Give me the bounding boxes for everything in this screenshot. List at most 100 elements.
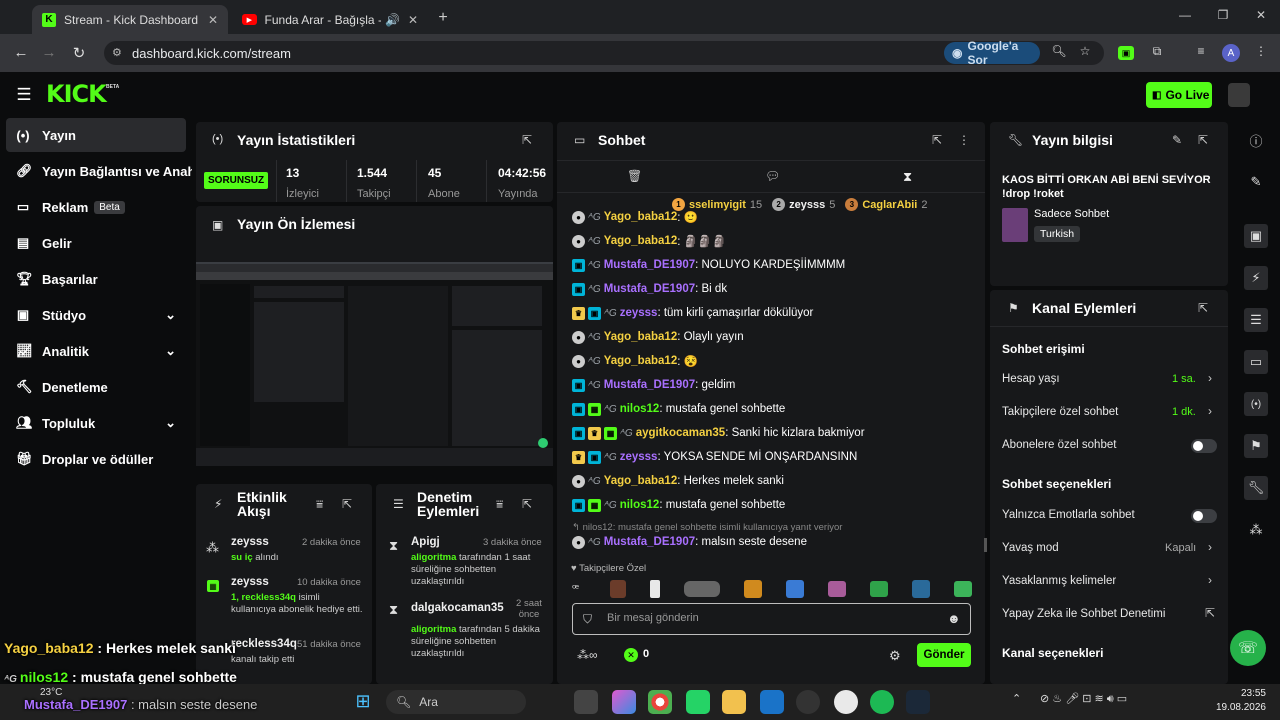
sidebar-item-moderation[interactable]: 🔨︎ Denetleme: [6, 370, 186, 404]
opera-icon[interactable]: [834, 690, 858, 714]
sidebar-item-analytics[interactable]: 📈︎ Analitik ⌄: [6, 334, 186, 368]
chat-username[interactable]: Mustafa_DE1907: [604, 283, 695, 295]
reload-icon[interactable]: ↻: [70, 44, 88, 62]
kick-logo[interactable]: KICK: [46, 80, 107, 108]
hourglass-icon[interactable]: ⧗: [903, 169, 912, 185]
send-button[interactable]: Gönder: [917, 643, 971, 667]
chat-message[interactable]: ● ᴬG Yago_baba12: Herkes melek sanki: [572, 470, 784, 492]
popout-icon[interactable]: ⇱: [1198, 301, 1208, 315]
minimize-icon[interactable]: —: [1176, 8, 1194, 22]
chevron-right-icon[interactable]: ›: [1208, 573, 1212, 587]
points-icon[interactable]: ✕: [624, 648, 638, 662]
popout-icon[interactable]: ⇱: [1198, 133, 1208, 147]
chat-username[interactable]: Yago_baba12: [604, 475, 678, 487]
activity-rail-icon[interactable]: ⚡︎: [1244, 266, 1268, 290]
chat-username[interactable]: nilos12: [620, 499, 660, 511]
store-icon[interactable]: [760, 690, 784, 714]
file-explorer-icon[interactable]: [722, 690, 746, 714]
chat-message[interactable]: ● ᴬG Yago_baba12: 🗿🗿🗿: [572, 230, 727, 252]
extension-kick-icon[interactable]: ▣: [1118, 46, 1134, 60]
chat-username[interactable]: Mustafa_DE1907: [604, 259, 695, 271]
sidebar-item-community[interactable]: 👥︎ Topluluk ⌄: [6, 406, 186, 440]
close-tab-icon[interactable]: ✕: [208, 13, 218, 27]
chat-message[interactable]: ● ᴬG Yago_baba12: 😵: [572, 350, 698, 372]
trash-icon[interactable]: 🗑︎: [627, 169, 642, 183]
ask-google-button[interactable]: ◉ Google'a Sor: [944, 39, 1040, 67]
category-name[interactable]: Sadece Sohbet: [1034, 208, 1109, 220]
zoom-icon[interactable]: 🔍︎: [1050, 44, 1068, 58]
obs-icon[interactable]: [796, 690, 820, 714]
event-user[interactable]: zeysss: [231, 536, 269, 548]
chat-message[interactable]: ● ᴬG Yago_baba12: 🙂: [572, 210, 698, 228]
external-link-icon[interactable]: ⇱: [1205, 606, 1215, 620]
chat-message-list[interactable]: ● ᴬG Yago_baba12: 🙂 ● ᴬG Yago_baba12: 🗿🗿🗿 ▣ ᴬG M…: [557, 210, 977, 552]
emote-icon[interactable]: [828, 581, 846, 597]
followers-chat-value[interactable]: 1 dk.: [1172, 406, 1196, 418]
media-control-icon[interactable]: ≡: [1192, 44, 1210, 58]
chat-message[interactable]: ● ᴬG Yago_baba12: Olaylı yayın: [572, 326, 744, 348]
filter-icon[interactable]: ⩸: [316, 497, 323, 512]
info-icon[interactable]: ⓘ: [1244, 128, 1268, 152]
chat-username[interactable]: Yago_baba12: [604, 355, 678, 367]
sidebar-item-ads[interactable]: ▭ Reklam Beta: [6, 190, 186, 224]
banned-words-label[interactable]: Yasaklanmış kelimeler: [1002, 575, 1116, 587]
chat-message[interactable]: ▣ ▦ ᴬG nilos12: mustafa genel sohbette: [572, 398, 785, 420]
chat-message[interactable]: ▣ ▦ ᴬG nilos12: mustafa genel sohbette: [572, 494, 785, 516]
chat-message[interactable]: ▣ ᴬG Mustafa_DE1907: NOLUYO KARDEŞİİMMMM: [572, 254, 845, 276]
chat-message[interactable]: ▣ ᴬG Mustafa_DE1907: geldim: [572, 374, 735, 396]
broadcast-rail-icon[interactable]: (•): [1244, 392, 1268, 416]
bookmark-star-icon[interactable]: ☆: [1076, 44, 1094, 58]
go-live-button[interactable]: ◧ Go Live: [1146, 82, 1212, 108]
close-tab-icon[interactable]: ✕: [408, 13, 418, 27]
mod-action-user[interactable]: Apigj: [411, 536, 440, 548]
emote-icon[interactable]: [650, 580, 660, 598]
extensions-icon[interactable]: ⧉: [1148, 44, 1166, 59]
chat-username[interactable]: Yago_baba12: [604, 331, 678, 343]
whatsapp-icon[interactable]: [686, 690, 710, 714]
sidebar-item-revenue[interactable]: ▤ Gelir: [6, 226, 186, 260]
emote-icon[interactable]: ꟹ: [572, 582, 586, 596]
profile-avatar[interactable]: A: [1222, 44, 1240, 62]
gifter-name[interactable]: sselimyigit: [689, 199, 746, 211]
event-user[interactable]: reckless34q: [231, 638, 297, 650]
task-view-icon[interactable]: [574, 690, 598, 714]
chat-username[interactable]: Mustafa_DE1907: [604, 379, 695, 391]
chrome-icon[interactable]: [648, 690, 672, 714]
emote-icon[interactable]: [684, 581, 720, 597]
close-window-icon[interactable]: ✕: [1252, 8, 1270, 22]
emote-icon[interactable]: [870, 581, 888, 597]
popout-icon[interactable]: ⇱: [522, 133, 532, 147]
clock-time[interactable]: 23:55: [1226, 688, 1266, 699]
emote-icon[interactable]: [912, 580, 930, 598]
chat-more-icon[interactable]: ⋮: [958, 133, 970, 147]
spotify-icon[interactable]: [870, 690, 894, 714]
more-rail-icon[interactable]: ⁂: [1244, 518, 1268, 542]
chat-username[interactable]: Yago_baba12: [604, 211, 678, 223]
chat-username[interactable]: Yago_baba12: [604, 235, 678, 247]
stream-preview-video[interactable]: [196, 262, 553, 466]
chat-scrollbar[interactable]: [984, 538, 987, 552]
forward-icon[interactable]: →: [40, 44, 58, 61]
chat-settings-gear-icon[interactable]: ⚙: [889, 648, 901, 664]
slow-mode-value[interactable]: Kapalı: [1165, 542, 1196, 554]
community-gift-icon[interactable]: ⁂∞: [577, 648, 598, 662]
chat-message[interactable]: ● ᴬG Mustafa_DE1907 : malsın seste desene: [572, 531, 807, 553]
chevron-right-icon[interactable]: ›: [1208, 371, 1212, 385]
edit-pencil-icon[interactable]: ✎: [1172, 133, 1182, 147]
tray-icons[interactable]: ⊘ ♨ 🎤︎ ⊡ ≋ 🔊︎ ▭: [1040, 692, 1127, 706]
chat-username[interactable]: zeysss: [620, 307, 658, 319]
sidebar-item-yayin[interactable]: (•) Yayın: [6, 118, 186, 152]
browser-menu-icon[interactable]: ⋮: [1252, 44, 1270, 58]
tray-chevron-icon[interactable]: ⌃: [1012, 692, 1021, 705]
chat-message[interactable]: ♛ ▣ ᴬG zeysss: tüm kirli çamaşırlar dökülüy…: [572, 302, 813, 324]
gifter-name[interactable]: zeysss: [789, 199, 825, 211]
popout-icon[interactable]: ⇱: [342, 497, 352, 511]
new-tab-icon[interactable]: +: [434, 9, 452, 27]
wrench-rail-icon[interactable]: 🔧︎: [1244, 476, 1268, 500]
windows-start-icon[interactable]: ⊞: [352, 690, 374, 712]
chat-input[interactable]: ⛉ Bir mesaj gönderin ☻: [572, 603, 971, 635]
ai-moderation-label[interactable]: Yapay Zeka ile Sohbet Denetimi: [1002, 608, 1165, 620]
sidebar-item-studio[interactable]: ▣ Stüdyo ⌄: [6, 298, 186, 332]
emote-icon[interactable]: [744, 580, 762, 598]
account-age-value[interactable]: 1 sa.: [1172, 373, 1196, 385]
